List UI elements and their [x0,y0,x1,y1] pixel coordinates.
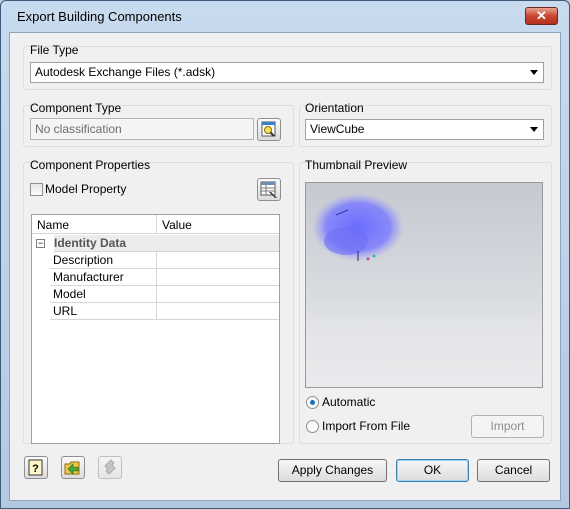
cancel-label: Cancel [494,463,533,477]
table-row[interactable]: Description [32,252,279,269]
model-thumbnail-render [312,193,404,261]
ok-label: OK [423,463,442,477]
radio-import-from-file-label: Import From File [322,419,411,433]
column-divider [156,215,157,234]
ok-button[interactable]: OK [396,459,469,482]
svg-text:?: ? [32,463,39,475]
category-row-identity-data[interactable]: − Identity Data [32,235,279,252]
close-icon: ✕ [536,8,547,23]
property-value[interactable] [157,303,279,320]
help-icon: ? [28,459,43,476]
file-type-value: Autodesk Exchange Files (*.adsk) [35,65,216,79]
browse-search-icon [261,121,276,137]
help-button[interactable]: ? [24,456,48,479]
import-button-label: Import [490,419,525,433]
plugin-icon [104,459,116,475]
column-header-name: Name [37,218,70,232]
orientation-value: ViewCube [310,122,365,136]
property-name: Description [50,252,157,269]
component-type-field: No classification [30,118,254,140]
component-type-label: Component Type [30,101,122,115]
property-value[interactable] [157,286,279,303]
apply-changes-label: Apply Changes [291,463,374,477]
property-name: Manufacturer [50,269,157,286]
table-row[interactable]: Model [32,286,279,303]
open-button[interactable] [61,456,85,479]
edit-properties-button[interactable] [257,178,281,201]
component-type-value: No classification [35,122,122,136]
thumbnail-preview-label: Thumbnail Preview [305,158,408,172]
table-row[interactable]: Manufacturer [32,269,279,286]
chevron-down-icon [530,127,538,132]
grid-header: Name Value [32,215,279,234]
chevron-down-icon [530,70,538,75]
table-edit-icon [260,181,277,198]
export-building-components-dialog: Export Building Components ✕ File Type A… [0,0,570,509]
dialog-body: File Type Autodesk Exchange Files (*.ads… [9,32,561,501]
plugin-button[interactable] [98,456,122,479]
radio-automatic-label: Automatic [322,395,376,409]
file-type-select[interactable]: Autodesk Exchange Files (*.adsk) [30,62,544,83]
model-property-checkbox[interactable] [30,183,43,196]
property-name: Model [50,286,157,303]
model-property-label: Model Property [45,182,127,196]
component-properties-label: Component Properties [30,158,151,172]
close-button[interactable]: ✕ [525,7,558,25]
import-button[interactable]: Import [471,415,544,438]
property-value[interactable] [157,252,279,269]
apply-changes-button[interactable]: Apply Changes [278,459,387,482]
property-name: URL [50,303,157,320]
category-label: Identity Data [54,235,279,252]
open-folder-icon [64,461,80,475]
radio-automatic[interactable] [306,396,319,409]
file-type-label: File Type [30,43,79,57]
collapse-icon[interactable]: − [36,239,45,248]
orientation-label: Orientation [305,101,364,115]
property-value[interactable] [157,269,279,286]
cancel-button[interactable]: Cancel [477,459,550,482]
properties-grid: Name Value − Identity Data Description M… [31,214,280,444]
table-row[interactable]: URL [32,303,279,320]
radio-import-from-file[interactable] [306,420,319,433]
orientation-select[interactable]: ViewCube [305,119,544,140]
thumbnail-preview-image [305,182,543,388]
column-header-value: Value [162,218,192,232]
title-bar: Export Building Components ✕ [1,1,569,31]
browse-classification-button[interactable] [257,118,281,141]
window-title: Export Building Components [17,9,182,24]
